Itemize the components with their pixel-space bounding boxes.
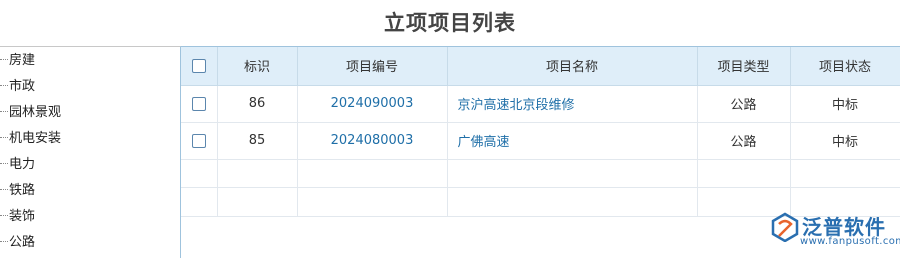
project-code-link[interactable]: 2024080003 <box>331 133 414 148</box>
tree-item-label: 公路 <box>9 235 36 250</box>
cell-code: 2024090003 <box>297 85 448 123</box>
row-select-cell <box>181 85 218 123</box>
project-table: 标识 项目编号 项目名称 项目类型 项目状态 86 2024090003 京沪高… <box>181 47 900 217</box>
empty-row <box>181 159 900 188</box>
tree-item-label: 电力 <box>9 157 36 172</box>
tree-item-yuanlin[interactable]: 园林景观 <box>0 103 61 123</box>
cell-id: 86 <box>217 85 298 123</box>
column-header-type[interactable]: 项目类型 <box>697 47 791 86</box>
column-header-status[interactable]: 项目状态 <box>790 47 900 86</box>
fanpu-watermark-logo: 泛普软件 www.fanpusoft.com <box>768 210 900 256</box>
tree-item-fangjian[interactable]: 房建 <box>0 51 35 71</box>
tree-item-gonglu[interactable]: 公路 <box>0 233 35 253</box>
project-name-link[interactable]: 广佛高速 <box>458 135 510 150</box>
tree-item-tielu[interactable]: 铁路 <box>0 181 35 201</box>
select-all-checkbox[interactable] <box>191 58 206 73</box>
select-all-header <box>181 47 218 86</box>
category-tree: 房建 市政 园林景观 机电安装 电力 铁路 装饰 公路 <box>0 46 181 258</box>
tree-item-label: 园林景观 <box>9 105 62 120</box>
table-row[interactable]: 85 2024080003 广佛高速 公路 中标 <box>181 122 900 160</box>
tree-connector <box>0 215 8 216</box>
row-checkbox[interactable] <box>191 133 206 148</box>
row-select-cell <box>181 122 218 160</box>
cell-status: 中标 <box>790 85 900 123</box>
cell-name: 京沪高速北京段维修 <box>447 85 698 123</box>
tree-item-dianli[interactable]: 电力 <box>0 155 35 175</box>
tree-item-label: 铁路 <box>9 183 36 198</box>
row-checkbox[interactable] <box>191 96 206 111</box>
watermark-url: www.fanpusoft.com <box>800 236 900 247</box>
tree-connector <box>0 137 8 138</box>
tree-connector <box>0 163 8 164</box>
tree-connector <box>0 241 8 242</box>
tree-item-label: 房建 <box>9 53 36 68</box>
column-header-code[interactable]: 项目编号 <box>297 47 448 86</box>
table-row[interactable]: 86 2024090003 京沪高速北京段维修 公路 中标 <box>181 85 900 123</box>
column-header-id[interactable]: 标识 <box>217 47 298 86</box>
table-header-row: 标识 项目编号 项目名称 项目类型 项目状态 <box>181 47 900 86</box>
tree-item-label: 机电安装 <box>9 131 62 146</box>
tree-item-label: 装饰 <box>9 209 36 224</box>
fanpu-logo-icon <box>771 212 799 242</box>
cell-type: 公路 <box>697 122 791 160</box>
tree-connector <box>0 111 8 112</box>
cell-code: 2024080003 <box>297 122 448 160</box>
tree-item-zhuangshi[interactable]: 装饰 <box>0 207 35 227</box>
page-title: 立项项目列表 <box>384 11 516 35</box>
tree-item-shizheng[interactable]: 市政 <box>0 77 35 97</box>
tree-item-label: 市政 <box>9 79 36 94</box>
tree-connector <box>0 59 8 60</box>
project-name-link[interactable]: 京沪高速北京段维修 <box>458 98 575 113</box>
tree-connector <box>0 85 8 86</box>
cell-status: 中标 <box>790 122 900 160</box>
cell-type: 公路 <box>697 85 791 123</box>
cell-name: 广佛高速 <box>447 122 698 160</box>
tree-item-jidian[interactable]: 机电安装 <box>0 129 61 149</box>
column-header-name[interactable]: 项目名称 <box>447 47 698 86</box>
tree-connector <box>0 189 8 190</box>
project-code-link[interactable]: 2024090003 <box>331 96 414 111</box>
cell-id: 85 <box>217 122 298 160</box>
